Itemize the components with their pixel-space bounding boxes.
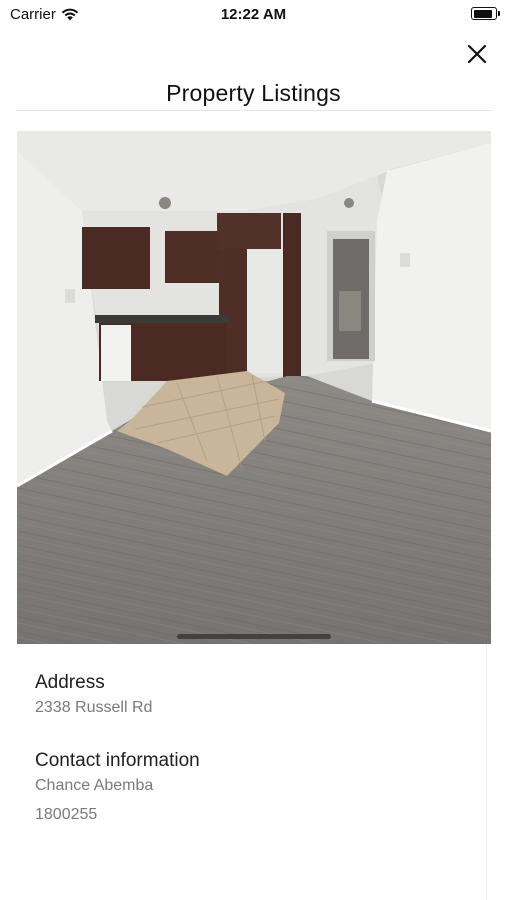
address-value: 2338 Russell Rd — [35, 699, 153, 716]
page-title: Property Listings — [166, 80, 341, 106]
close-button[interactable] — [465, 42, 489, 66]
image-scroll-indicator[interactable] — [177, 634, 331, 639]
title-divider — [16, 110, 492, 111]
status-time: 12:22 AM — [220, 6, 287, 23]
apartment-interior-image — [17, 131, 491, 644]
battery-icon — [471, 7, 500, 20]
close-icon — [467, 44, 487, 64]
contact-phone[interactable]: 1800255 — [35, 806, 97, 824]
contact-name: Chance Abemba — [35, 777, 154, 794]
battery-level — [473, 9, 493, 18]
status-bar: Carrier 12:22 AM — [0, 0, 507, 30]
contact-info-label: Contact information — [35, 750, 200, 771]
address-label: Address — [35, 672, 105, 693]
property-photo[interactable] — [17, 131, 491, 644]
content-edge-divider — [486, 644, 487, 900]
